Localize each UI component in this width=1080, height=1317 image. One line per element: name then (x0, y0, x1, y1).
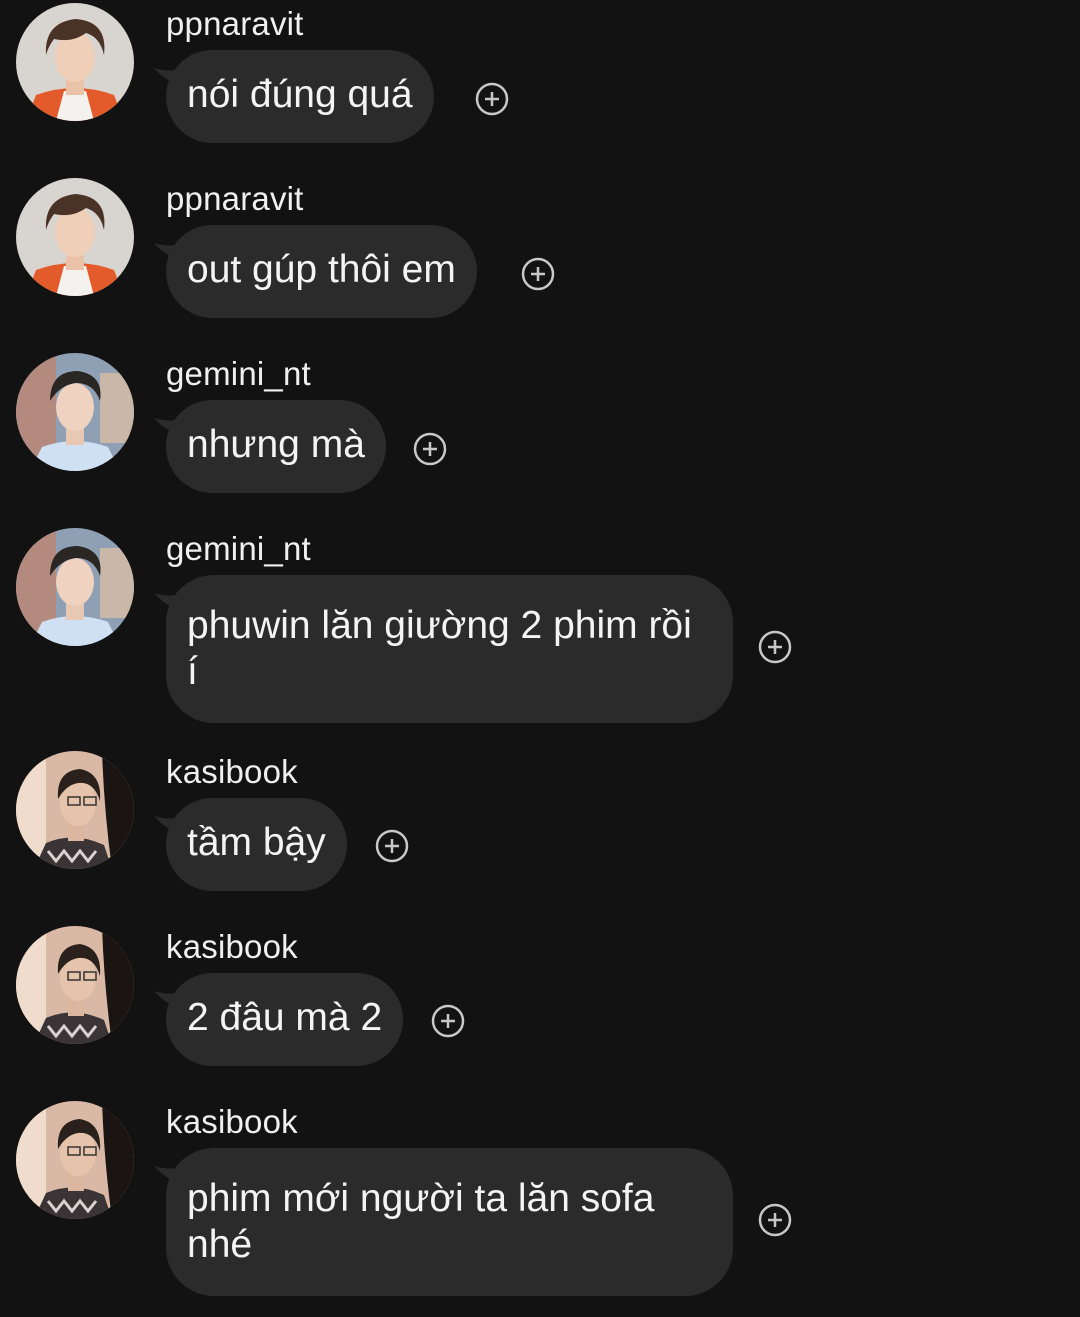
username[interactable]: kasibook (166, 927, 298, 967)
message-bubble[interactable]: phim mới người ta lăn sofa nhé (166, 1148, 733, 1296)
avatar[interactable] (16, 3, 134, 121)
username[interactable]: ppnaravit (166, 4, 304, 44)
plus-circle-icon[interactable] (431, 1004, 465, 1038)
username[interactable]: gemini_nt (166, 529, 311, 569)
message-bubble[interactable]: tầm bậy (166, 798, 347, 891)
username[interactable]: ppnaravit (166, 179, 304, 219)
chat-thread: ppnaravit nói đúng quá ppnaravit out gúp… (0, 0, 1080, 1317)
message-bubble[interactable]: nói đúng quá (166, 50, 434, 143)
username[interactable]: gemini_nt (166, 354, 311, 394)
avatar[interactable] (16, 178, 134, 296)
plus-circle-icon[interactable] (413, 432, 447, 466)
username[interactable]: kasibook (166, 1102, 298, 1142)
message-bubble[interactable]: nhưng mà (166, 400, 386, 493)
avatar[interactable] (16, 353, 134, 471)
avatar[interactable] (16, 528, 134, 646)
avatar[interactable] (16, 1101, 134, 1219)
message-bubble[interactable]: out gúp thôi em (166, 225, 477, 318)
plus-circle-icon[interactable] (758, 630, 792, 664)
message-bubble[interactable]: phuwin lăn giường 2 phim rồi í (166, 575, 733, 723)
username[interactable]: kasibook (166, 752, 298, 792)
message-bubble[interactable]: 2 đâu mà 2 (166, 973, 404, 1066)
avatar[interactable] (16, 926, 134, 1044)
plus-circle-icon[interactable] (375, 829, 409, 863)
avatar[interactable] (16, 751, 134, 869)
plus-circle-icon[interactable] (475, 82, 509, 116)
plus-circle-icon[interactable] (758, 1203, 792, 1237)
plus-circle-icon[interactable] (521, 257, 555, 291)
